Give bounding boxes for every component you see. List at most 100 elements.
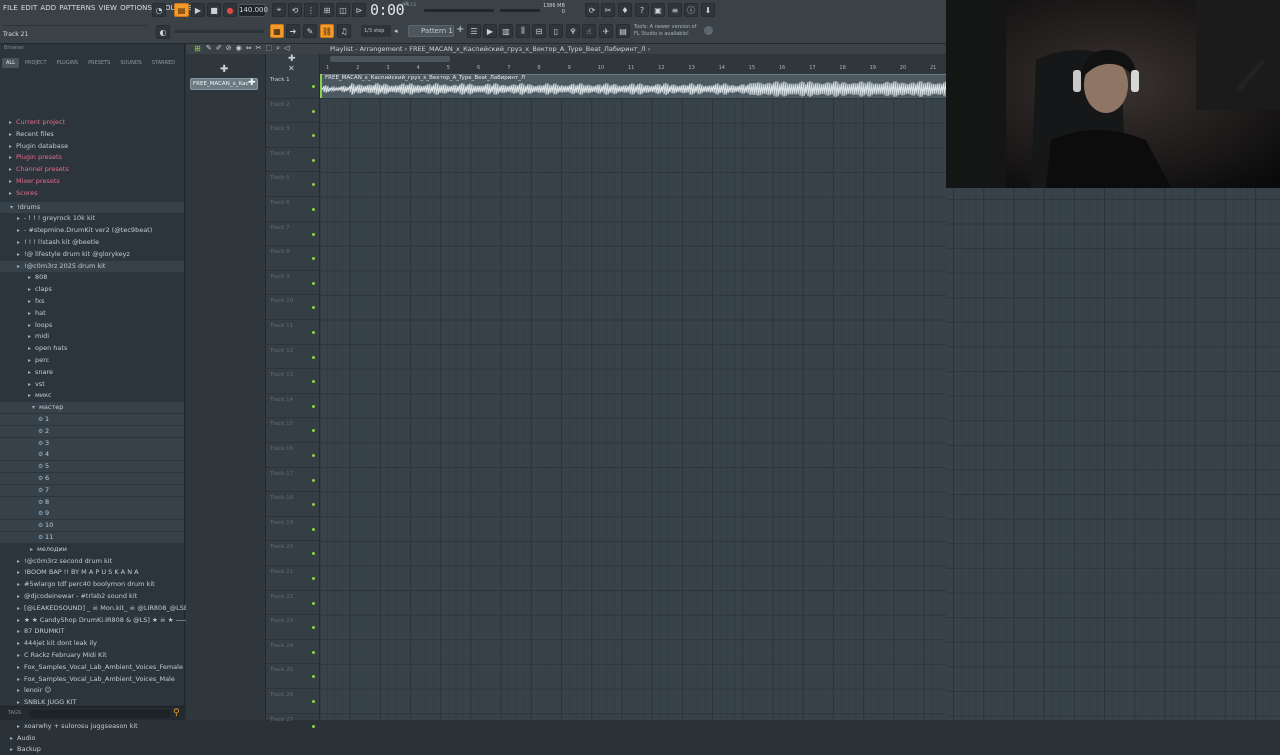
track-header[interactable]: Track 4 [266,148,319,173]
browser-item[interactable]: ▸ claps [0,284,184,295]
mixer-icon[interactable]: ⫼ [516,24,530,38]
scissors-icon[interactable]: ✂ [601,3,615,17]
countdown-icon[interactable]: ⋮ [304,3,318,17]
browser-item[interactable]: ▸ fxs [0,296,184,307]
slip-tool-icon[interactable]: ⇔ [246,44,252,53]
browser-tab-starred[interactable]: STARRED [148,58,179,68]
browser-item[interactable]: ▸ loops [0,320,184,331]
master-pitch-slider[interactable] [500,9,540,12]
track-header[interactable]: Track 13 [266,369,319,394]
browser-item[interactable]: ▸ Plugin database [0,141,184,152]
timeline-ruler[interactable]: 1 2 3 4 5 6 7 8 9 10 11 12 13 14 15 16 17 18 19 20 21 [320,64,946,74]
browser-tab-project[interactable]: PROJECT [21,58,51,68]
track-header[interactable]: Track 5 [266,172,319,197]
browser-item[interactable]: ▸ !BOOM BAP !! BY M A P U S K A N A [0,567,184,578]
pencil-tool-icon[interactable]: ✎ [303,24,317,38]
browser-item[interactable]: ▸ vst [0,379,184,390]
menu-item-patterns[interactable]: PATTERNS [59,4,95,12]
pattern-prev-icon[interactable]: ◂ [394,27,398,35]
blend-notes-icon[interactable]: ◫ [336,3,350,17]
browser-item[interactable]: ⚙ 1 [0,414,184,425]
wait-input-icon[interactable]: ⊳ [352,3,366,17]
menu-item-add[interactable]: ADD [40,4,56,12]
browser-tab-sounds[interactable]: SOUNDS [116,58,146,68]
bell-icon[interactable]: ♫ [337,24,351,38]
help-icon[interactable]: ? [635,3,649,17]
track-header[interactable]: Track 7 [266,222,319,247]
track-header[interactable]: Track 22 [266,591,319,616]
browser-item[interactable]: ▸ 444jet kit dont leak ily [0,638,184,649]
track-led-icon[interactable] [312,626,315,630]
track-header[interactable]: Track 8 [266,246,319,271]
browser-tab-presets[interactable]: PRESETS [84,58,114,68]
clock-icon[interactable]: ◔ [152,3,166,17]
track-led-icon[interactable] [312,257,315,261]
select-tool-icon[interactable]: ⬚ [265,44,272,53]
browser-search-input[interactable] [30,710,170,718]
track-led-icon[interactable] [312,404,315,408]
link-icon[interactable]: ⛓ [320,24,334,38]
track-led-icon[interactable] [312,232,315,236]
browser-item[interactable]: ▸ !@c0m3rz second drum kit [0,556,184,567]
browser-item[interactable]: ⚙ 5 [0,461,184,473]
slice-tool-icon[interactable]: ✂ [256,44,262,53]
browser-item[interactable]: ▸ - #stepmine.DrumKit ver2 (@tec9beat) [0,225,184,236]
search-icon[interactable]: ⚲ [173,708,180,718]
mute-tool-icon[interactable]: ◉ [236,44,242,53]
browser-item[interactable]: ▸ ★ ★ CandyShop DrumKi.IR808 & @LS] ★ ☠ ★… [0,615,188,626]
loop-record-icon[interactable]: ⟲ [288,3,302,17]
tempo-display[interactable]: 140.000 [238,4,268,17]
browser-tab-plugins[interactable]: PLUGINS [53,58,82,68]
track-led-icon[interactable] [312,478,315,482]
playlist-menu-icon[interactable]: ⊞ [194,44,201,53]
track-header[interactable]: Track 14 [266,394,319,419]
browser-item[interactable]: ▸ 808 [0,272,184,283]
browser-item[interactable]: ▸ Mixer presets [0,176,184,187]
paint-tool-icon[interactable]: ✐ [216,44,222,53]
download-icon[interactable]: ⬇ [701,3,715,17]
track-header[interactable]: Track 19 [266,517,319,542]
browser-item[interactable]: ▸ Scores [0,188,184,199]
menu-item-options[interactable]: OPTIONS [120,4,152,12]
info-icon[interactable]: ⓘ [684,3,698,17]
piano-roll-icon[interactable]: ▶ [483,24,497,38]
track-led-icon[interactable] [312,208,315,211]
browser-item[interactable]: ▸ - ! ! ! greyrock 10k kit [0,213,184,224]
track-header[interactable]: Track 20 [266,541,319,566]
browser-item[interactable]: ⚙ 11 [0,532,184,543]
browser-item[interactable]: ▸ 87 DRUMKIT [0,626,184,637]
track-led-icon[interactable] [312,109,315,113]
browser-item[interactable]: ▸ !@ lifestyle drum kit @glorykeyz [0,249,184,260]
browser-item[interactable]: ▸ Plugin presets [0,152,184,163]
browser-item[interactable]: ▸! ! ! l!stash kit @beetle [0,237,184,248]
track-led-icon[interactable] [312,527,315,531]
clip-add-icon[interactable]: ✚ [248,78,256,88]
pattern-selector[interactable]: Pattern 1 [408,25,454,37]
track-led-icon[interactable] [312,601,315,605]
playback-tool-icon[interactable]: ◁ [284,44,289,53]
zoom-tool-icon[interactable]: ⌕ [276,44,280,53]
playlist-grid[interactable] [320,64,946,720]
browser-folder-drums[interactable]: ▾ !drums [0,201,184,213]
track-header[interactable]: Track 2 [266,99,319,124]
browser-item[interactable]: ▸ xoarwhy + sulorosu juggseason kit [0,721,184,732]
track-led-icon[interactable] [312,650,315,654]
horizontal-scrollbar[interactable] [330,56,450,62]
track-header[interactable]: Track 25 [266,664,319,689]
browser-item[interactable]: ⚙ 3 [0,437,184,449]
playhead-marker[interactable] [320,74,322,98]
track-led-icon[interactable] [312,281,315,285]
browser-item[interactable]: ⚙ 4 [0,449,184,461]
track-header[interactable]: Track 16 [266,443,319,468]
browser-item[interactable]: ▸ snare [0,367,184,378]
track-header[interactable]: Track 27 [266,714,319,739]
browser-icon[interactable]: ▯ [549,24,563,38]
browser-item[interactable]: ▸ midi [0,331,184,342]
browser-item[interactable]: ⚙ 7 [0,484,184,496]
plugin-picker-icon[interactable]: ⊟ [532,24,546,38]
play-button[interactable]: ▶ [191,3,205,17]
track-led-icon[interactable] [312,380,315,384]
track-led-icon[interactable] [312,724,315,728]
news-icon[interactable]: ▤ [616,24,630,38]
track-led-icon[interactable] [312,306,315,310]
